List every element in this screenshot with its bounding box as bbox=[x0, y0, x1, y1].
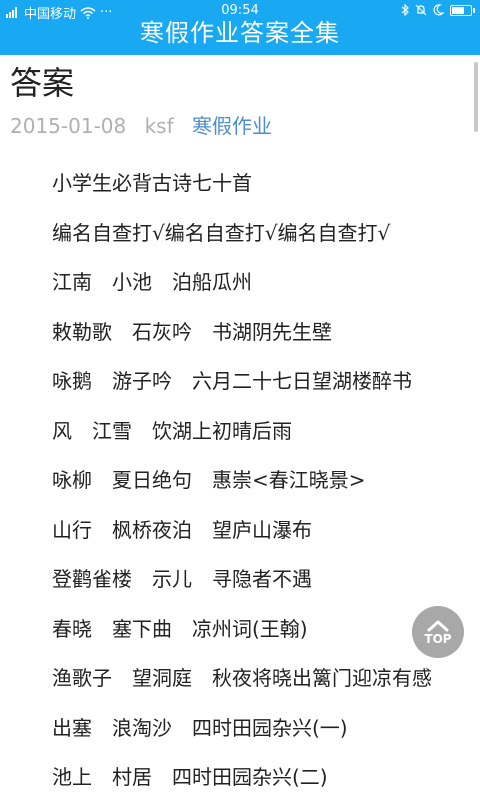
article-title: 答案 bbox=[10, 64, 75, 102]
app-title: 寒假作业答案全集 bbox=[140, 19, 340, 47]
list-item: 春晓 塞下曲 凉州词(王翰) bbox=[52, 616, 308, 641]
list-item: 咏柳 夏日绝句 惠崇<春江晓景> bbox=[52, 468, 366, 492]
poem-list: 小学生必背古诗七十首 编名自查打√编名自查打√编名自查打√ 江南 小池 泊船瓜州… bbox=[52, 166, 472, 810]
list-item: 江南 小池 泊船瓜州 bbox=[52, 270, 252, 294]
list-item: 渔歌子 望洞庭 秋夜将晓出篱门迎凉有感 bbox=[52, 666, 432, 690]
article-meta: 2015-01-08 ksf 寒假作业 bbox=[10, 110, 272, 139]
article-author: ksf bbox=[144, 114, 174, 138]
list-item: 编名自查打√编名自查打√编名自查打√ bbox=[52, 220, 391, 245]
scrollbar[interactable] bbox=[474, 62, 478, 132]
list-item: 敕勒歌 石灰吟 书湖阴先生壁 bbox=[52, 319, 332, 344]
article-date: 2015-01-08 bbox=[10, 114, 127, 138]
back-to-top-label: TOP bbox=[424, 631, 452, 646]
list-item: 咏鹅 游子吟 六月二十七日望湖楼醉书 bbox=[52, 369, 412, 393]
list-item: 出塞 浪淘沙 四时田园杂兴(一) bbox=[52, 715, 348, 740]
list-item: 山行 枫桥夜泊 望庐山瀑布 bbox=[52, 517, 312, 542]
list-item: 小学生必背古诗七十首 bbox=[52, 171, 252, 195]
app-header: 中国移动 ··· 09:54 寒假作业答案全集 bbox=[0, 0, 480, 55]
article-category-link[interactable]: 寒假作业 bbox=[192, 114, 272, 138]
list-item: 登鹳雀楼 示儿 寻隐者不遇 bbox=[52, 567, 312, 591]
chevron-up-icon bbox=[427, 620, 449, 631]
list-item: 风 江雪 饮湖上初晴后雨 bbox=[52, 418, 292, 443]
list-item: 池上 村居 四时田园杂兴(二) bbox=[52, 765, 328, 789]
back-to-top-button[interactable]: TOP bbox=[412, 606, 464, 658]
